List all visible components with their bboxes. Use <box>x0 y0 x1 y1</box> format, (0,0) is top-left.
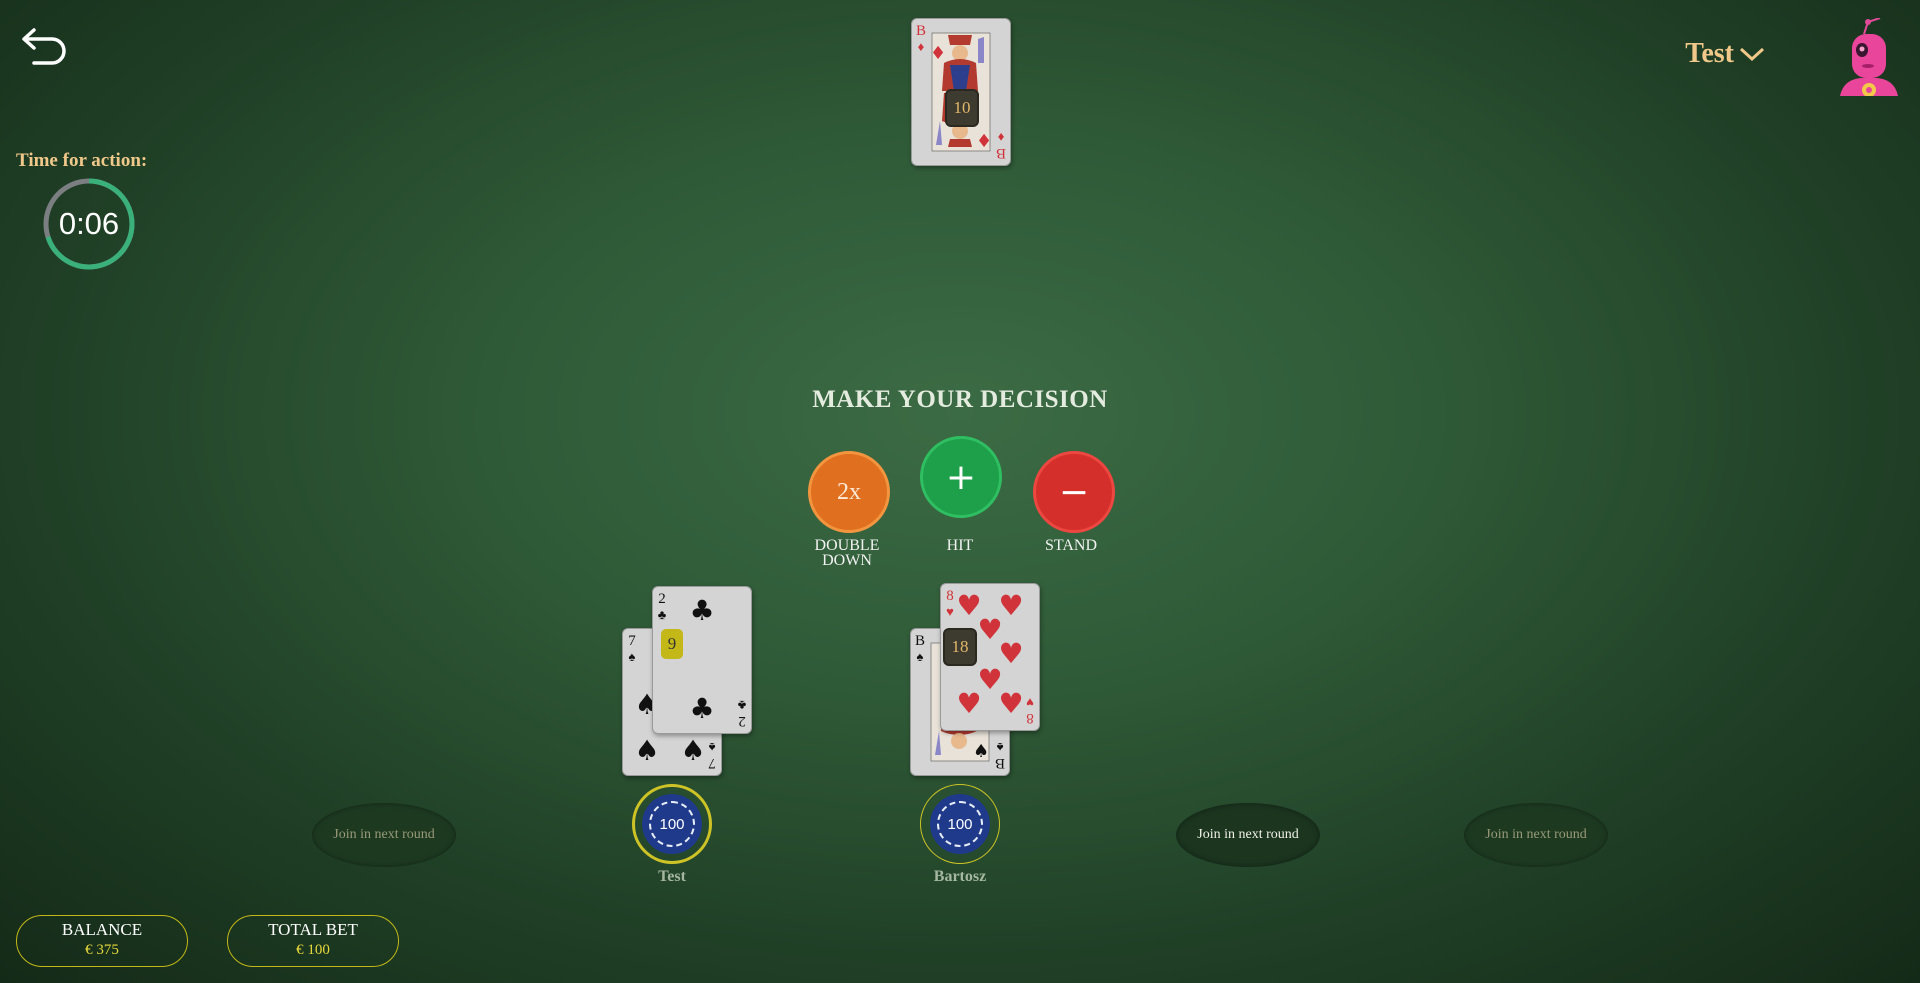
total-bet-display: TOTAL BET € 100 <box>227 915 399 967</box>
player-card: 8 ♥ 8 ♥ ♥ ♥ ♥ ♥ ♥ ♥ ♥ 18 <box>940 583 1040 731</box>
dealer-card: B ♦ B ♦ ♦ ♦ 10 <box>911 18 1011 166</box>
player-name: Test <box>658 868 686 885</box>
chevron-down-icon <box>1739 47 1765 62</box>
dealer-score: 10 <box>945 89 979 127</box>
bet-amount: 100 <box>937 801 983 847</box>
balance-label: BALANCE <box>61 920 143 939</box>
back-button[interactable] <box>20 24 70 66</box>
player-card: 2 ♣ 2 ♣ ♣ ♣ 9 <box>652 586 752 734</box>
bet-chip-spot: 100 <box>632 784 712 864</box>
total-bet-value: € 100 <box>296 942 330 958</box>
balance-display: BALANCE € 375 <box>16 915 188 967</box>
stand-label: STAND <box>1044 537 1098 554</box>
player-score: 18 <box>943 628 977 666</box>
balance-value: € 375 <box>85 942 119 958</box>
user-name: Test <box>1685 38 1734 69</box>
join-seat-3[interactable]: Join in next round <box>1464 803 1608 867</box>
user-menu[interactable]: Test <box>1685 38 1766 70</box>
bet-amount: 100 <box>649 801 695 847</box>
chip-icon: 100 <box>642 794 702 854</box>
chip-icon: 100 <box>930 794 990 854</box>
plus-icon: + <box>945 456 977 498</box>
total-bet-label: TOTAL BET <box>268 920 358 939</box>
timer-value: 0:06 <box>58 206 120 241</box>
undo-arrow-icon <box>22 28 66 65</box>
avatar[interactable] <box>1838 17 1900 97</box>
join-seat-1[interactable]: Join in next round <box>312 803 456 867</box>
minus-icon: − <box>1058 471 1090 513</box>
svg-text:♦: ♦ <box>930 43 946 64</box>
robot-avatar-icon <box>1840 17 1898 97</box>
player-name: Bartosz <box>933 868 987 885</box>
decision-title: MAKE YOUR DECISION <box>812 386 1108 413</box>
hit-label: HIT <box>946 537 974 554</box>
player-score: 9 <box>661 629 683 659</box>
svg-text:♠: ♠ <box>973 741 989 762</box>
card-corner: B ♦ <box>996 130 1007 161</box>
stand-button[interactable]: − <box>1033 451 1115 533</box>
join-seat-2[interactable]: Join in next round <box>1176 803 1320 867</box>
bet-chip-spot: 100 <box>920 784 1000 864</box>
timer-label: Time for action: <box>16 150 148 171</box>
double-down-symbol: 2x <box>837 478 861 505</box>
double-down-button[interactable]: 2x <box>808 451 890 533</box>
double-down-label: DOUBLE DOWN <box>814 537 880 569</box>
svg-text:♦: ♦ <box>976 131 992 152</box>
hit-button[interactable]: + <box>920 436 1002 518</box>
